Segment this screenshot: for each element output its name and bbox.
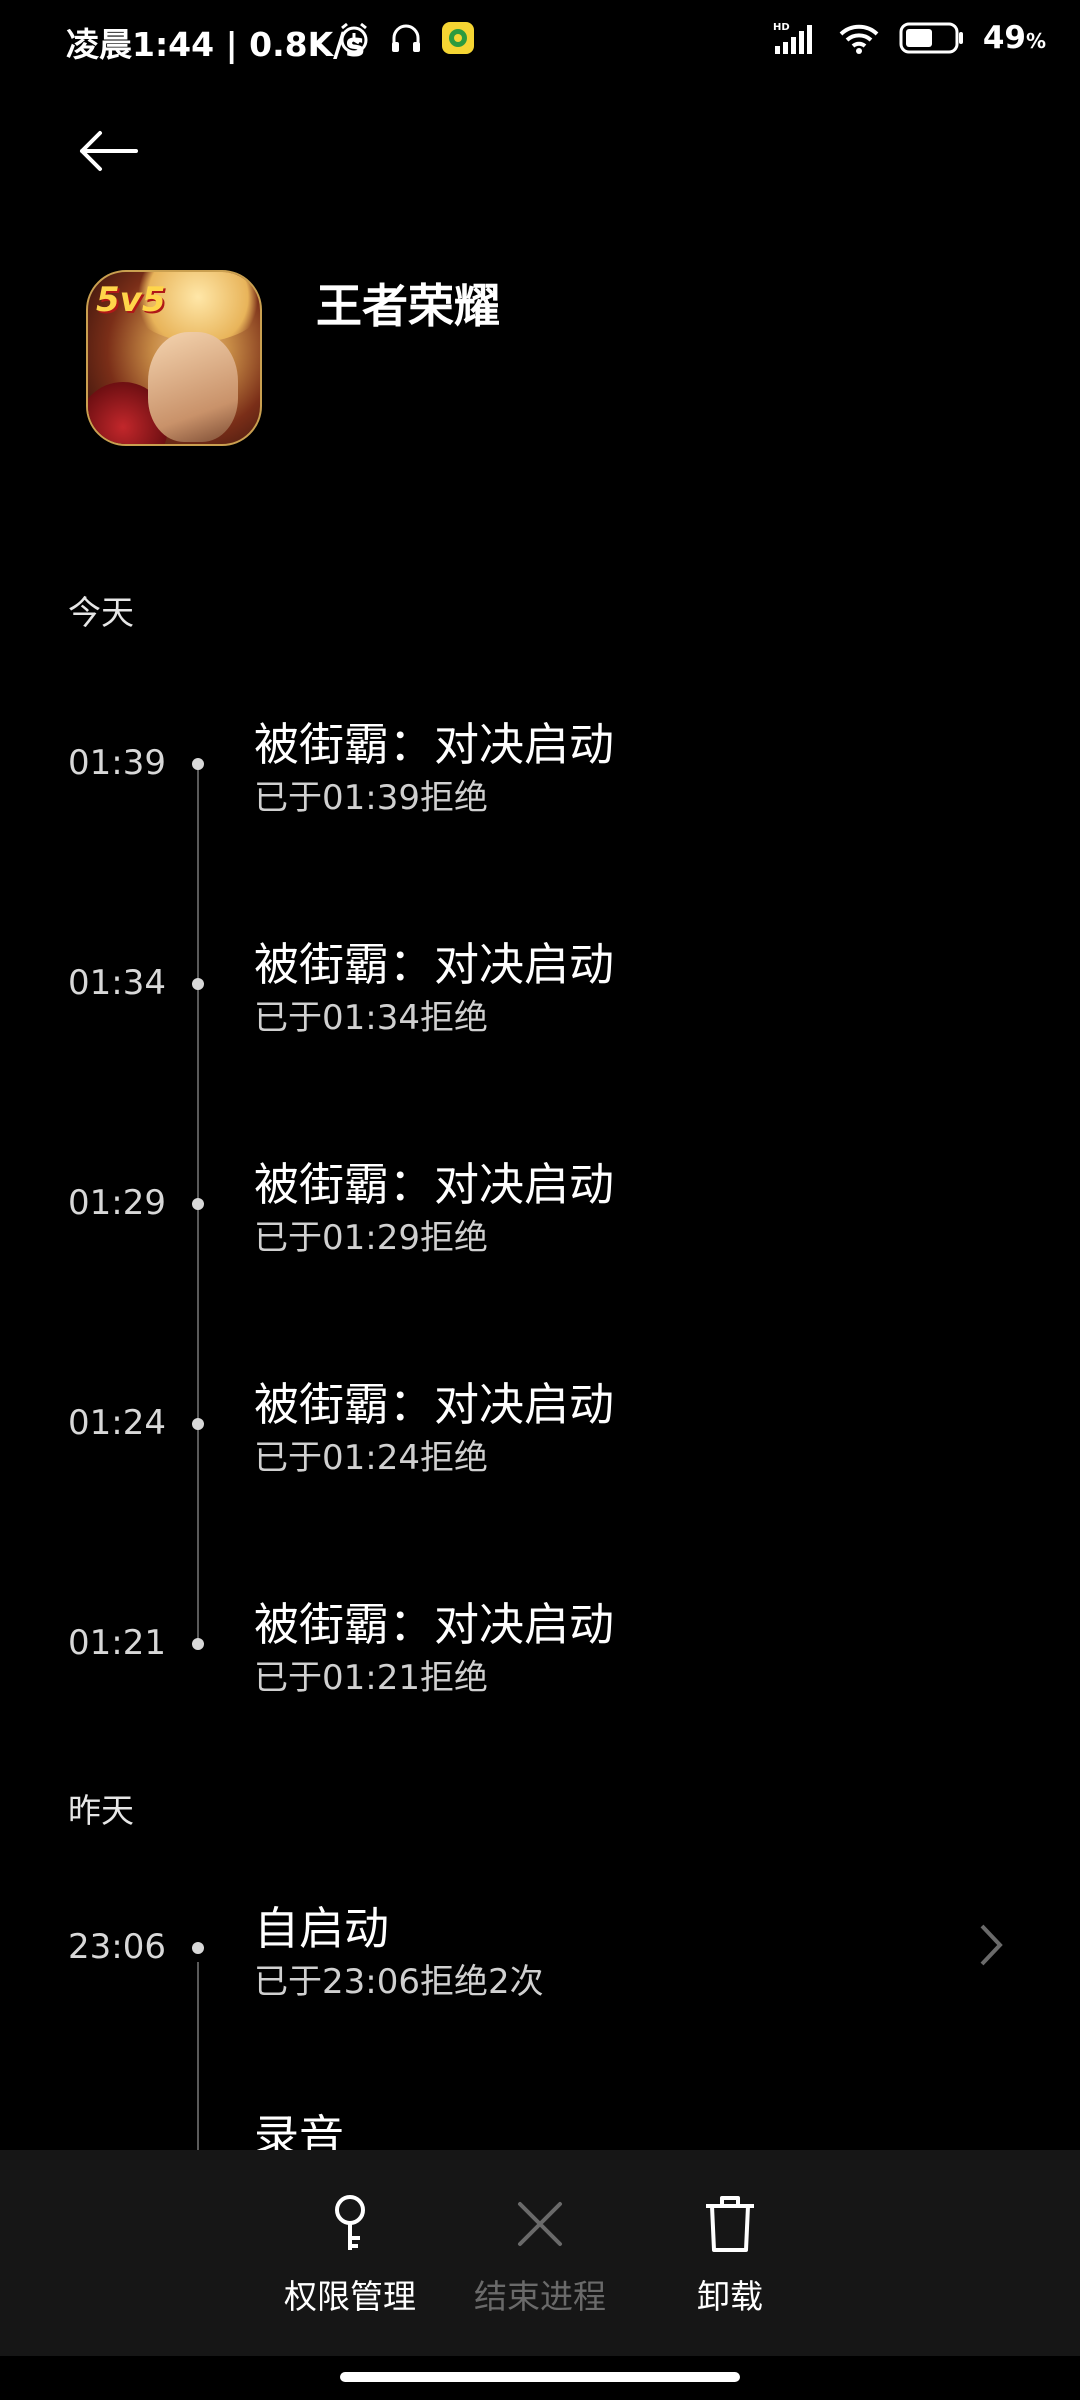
entry-title: 被街霸：对决启动 — [254, 1378, 615, 1431]
entry-title: 被街霸：对决启动 — [254, 938, 615, 991]
permission-management-button[interactable]: 权限管理 — [260, 2150, 440, 2356]
app-notification-icon — [442, 22, 474, 54]
section-label: 今天 — [68, 593, 134, 632]
chevron-right-icon — [980, 1924, 1003, 1966]
uninstall-button[interactable]: 卸载 — [640, 2150, 820, 2356]
arrow-left-icon — [80, 131, 138, 171]
battery-percent: 49 — [982, 20, 1026, 56]
timeline-dot — [192, 1418, 204, 1430]
home-indicator[interactable] — [340, 2372, 740, 2382]
app-name: 王者荣耀 — [316, 279, 500, 333]
timeline-dot — [192, 1638, 204, 1650]
trash-icon — [706, 2196, 754, 2252]
uninstall-label: 卸载 — [697, 2277, 763, 2316]
wifi-icon — [839, 24, 879, 54]
back-button[interactable] — [76, 126, 156, 186]
timeline-dot — [192, 1198, 204, 1210]
entry-time: 01:34 — [68, 963, 166, 1003]
timeline-line — [197, 1962, 199, 2150]
app-icon: 5v5 — [86, 270, 262, 446]
timeline-dot — [192, 978, 204, 990]
battery-icon — [899, 22, 963, 54]
app-icon-badge: 5v5 — [96, 280, 166, 320]
entry-subtitle: 已于01:21拒绝 — [254, 1658, 488, 1698]
entry-subtitle: 已于23:06拒绝2次 — [254, 1962, 544, 2002]
alarm-icon — [340, 22, 368, 54]
entry-subtitle: 已于01:29拒绝 — [254, 1218, 488, 1258]
entry-time: 23:06 — [68, 1927, 166, 1967]
timeline-dot — [192, 758, 204, 770]
entry-time: 01:21 — [68, 1623, 166, 1663]
headset-icon — [392, 24, 420, 52]
close-icon — [518, 2202, 562, 2246]
status-bar: 凌晨1:44 | 0.8K/s HD 49% — [0, 0, 1080, 84]
entry-title: 被街霸：对决启动 — [254, 1158, 615, 1211]
entry-time: 01:24 — [68, 1403, 166, 1443]
entry-title: 被街霸：对决启动 — [254, 718, 615, 771]
permission-management-label: 权限管理 — [284, 2277, 416, 2316]
svg-text:HD: HD — [773, 22, 790, 33]
entry-subtitle: 已于01:34拒绝 — [254, 998, 488, 1038]
key-icon — [335, 2195, 365, 2250]
entry-subtitle: 已于01:24拒绝 — [254, 1438, 488, 1478]
section-label: 昨天 — [68, 1791, 134, 1830]
entry-title: 自启动 — [254, 1902, 390, 1955]
entry-time: 01:39 — [68, 743, 166, 783]
hd-signal-icon: HD — [773, 22, 812, 54]
entry-title: 被街霸：对决启动 — [254, 1598, 615, 1651]
status-time-speed: 凌晨1:44 | 0.8K/s — [66, 25, 365, 64]
battery-unit: % — [1025, 29, 1046, 53]
end-process-button[interactable]: 结束进程 — [450, 2150, 630, 2356]
end-process-label: 结束进程 — [474, 2277, 606, 2316]
bottom-action-bar: 权限管理 结束进程 卸载 — [0, 2150, 1080, 2356]
timeline-dot — [192, 1942, 204, 1954]
entry-subtitle: 已于01:39拒绝 — [254, 778, 488, 818]
entry-time: 01:29 — [68, 1183, 166, 1223]
